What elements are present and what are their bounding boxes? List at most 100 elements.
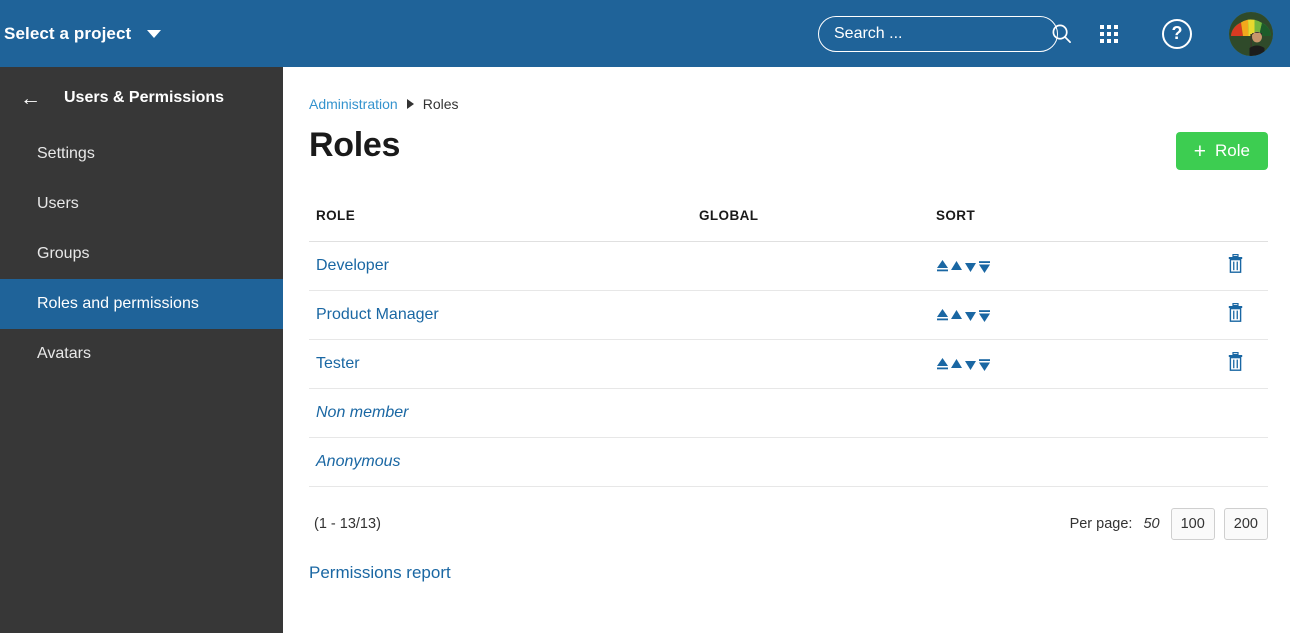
pagination-range: (1 - 13/13) (314, 516, 381, 532)
role-link-developer[interactable]: Developer (316, 257, 389, 274)
sidebar-item-label: Roles and permissions (37, 295, 199, 312)
sidebar: ← Users & Permissions Settings Users Gro… (0, 67, 283, 633)
sidebar-item-roles-and-permissions[interactable]: Roles and permissions (0, 279, 283, 329)
trash-icon[interactable] (1228, 303, 1243, 327)
per-page-controls: Per page: 50 100 200 (1070, 508, 1268, 540)
delete-cell (1206, 339, 1268, 389)
project-selector-label: Select a project (4, 23, 132, 43)
search-submit-button[interactable] (1047, 23, 1085, 44)
global-search[interactable] (818, 15, 1071, 52)
plus-icon: + (1193, 139, 1207, 163)
grid-dot (1107, 24, 1111, 29)
top-navigation-bar: Select a project ? (0, 0, 1290, 67)
move-up-icon[interactable] (950, 258, 963, 275)
column-header-global[interactable]: GLOBAL (699, 208, 936, 242)
move-down-icon[interactable] (964, 258, 977, 275)
sort-controls (936, 356, 1206, 373)
project-selector[interactable]: Select a project (0, 0, 179, 67)
grid-dot (1114, 31, 1118, 36)
delete-cell (1206, 437, 1268, 487)
roles-table: ROLE GLOBAL SORT Developer Product Manag… (309, 208, 1268, 487)
sidebar-item-groups[interactable]: Groups (0, 229, 283, 279)
delete-cell (1206, 290, 1268, 340)
per-page-option-100[interactable]: 100 (1170, 508, 1215, 540)
move-to-top-icon[interactable] (936, 307, 949, 324)
back-arrow-icon[interactable]: ← (20, 88, 41, 109)
page-title: Roles (309, 126, 401, 164)
sidebar-title: Users & Permissions (64, 89, 225, 106)
delete-cell (1206, 241, 1268, 291)
role-link-product-manager[interactable]: Product Manager (316, 306, 439, 323)
role-cell: Tester (309, 339, 699, 389)
global-cell (699, 437, 936, 487)
role-cell: Developer (309, 241, 699, 291)
move-to-bottom-icon[interactable] (978, 258, 991, 275)
global-cell (699, 241, 936, 291)
sidebar-back-header[interactable]: ← Users & Permissions (0, 67, 283, 129)
sort-cell (936, 388, 1206, 438)
per-page-option-200[interactable]: 200 (1223, 508, 1268, 540)
move-to-top-icon[interactable] (936, 258, 949, 275)
sidebar-item-users[interactable]: Users (0, 179, 283, 229)
sidebar-item-label: Settings (37, 145, 95, 162)
add-role-button-label: Role (1215, 141, 1250, 160)
sort-controls (936, 307, 1206, 324)
global-cell (699, 388, 936, 438)
sidebar-item-label: Groups (37, 245, 90, 262)
sort-cell (936, 339, 1206, 389)
add-role-button[interactable]: + Role (1175, 132, 1268, 170)
grid-apps-icon[interactable] (1100, 24, 1118, 43)
role-link-tester[interactable]: Tester (316, 355, 360, 372)
table-row: Non member (309, 388, 1268, 438)
move-up-icon[interactable] (950, 307, 963, 324)
table-row: Developer (309, 241, 1268, 291)
breadcrumb-current-roles: Roles (422, 96, 459, 112)
trash-icon[interactable] (1228, 254, 1243, 278)
trash-icon[interactable] (1228, 352, 1243, 376)
grid-dot (1100, 38, 1104, 43)
sidebar-item-label: Users (37, 195, 79, 212)
sidebar-item-label: Avatars (37, 345, 91, 362)
grid-dot (1107, 38, 1111, 43)
global-cell (699, 339, 936, 389)
column-header-role[interactable]: ROLE (309, 208, 699, 242)
grid-dot (1114, 38, 1118, 43)
global-cell (699, 290, 936, 340)
chevron-down-icon (147, 29, 162, 38)
table-row: Tester (309, 339, 1268, 389)
breadcrumb-link-administration[interactable]: Administration (309, 96, 398, 112)
role-label-anonymous: Anonymous (316, 453, 401, 470)
role-cell: Anonymous (309, 437, 699, 487)
grid-dot (1100, 31, 1104, 36)
permissions-report-link[interactable]: Permissions report (283, 540, 451, 583)
page-header: Roles + Role (283, 112, 1290, 170)
search-input[interactable] (819, 24, 1047, 43)
avatar-image (1229, 11, 1273, 56)
column-header-actions (1206, 208, 1268, 242)
pagination: (1 - 13/13) Per page: 50 100 200 (283, 487, 1290, 540)
sort-cell (936, 290, 1206, 340)
help-circle-icon[interactable]: ? (1162, 18, 1192, 49)
move-up-icon[interactable] (950, 356, 963, 373)
roles-table-head: ROLE GLOBAL SORT (309, 208, 1268, 242)
sidebar-item-settings[interactable]: Settings (0, 129, 283, 179)
move-to-top-icon[interactable] (936, 356, 949, 373)
role-cell: Non member (309, 388, 699, 438)
sort-cell (936, 241, 1206, 291)
grid-dot (1100, 24, 1104, 29)
grid-dot (1107, 31, 1111, 36)
delete-cell (1206, 388, 1268, 438)
column-header-sort[interactable]: SORT (936, 208, 1206, 242)
topbar-actions: ? (818, 11, 1290, 56)
sidebar-item-avatars[interactable]: Avatars (0, 329, 283, 379)
move-to-bottom-icon[interactable] (978, 307, 991, 324)
move-down-icon[interactable] (964, 307, 977, 324)
avatar[interactable] (1229, 11, 1273, 56)
role-cell: Product Manager (309, 290, 699, 340)
roles-table-body: Developer Product Manager Tester Non mem… (309, 241, 1268, 487)
move-to-bottom-icon[interactable] (978, 356, 991, 373)
breadcrumb-separator-icon (406, 99, 414, 109)
move-down-icon[interactable] (964, 356, 977, 373)
role-label-non-member: Non member (316, 404, 409, 421)
breadcrumb: Administration Roles (283, 67, 1290, 112)
